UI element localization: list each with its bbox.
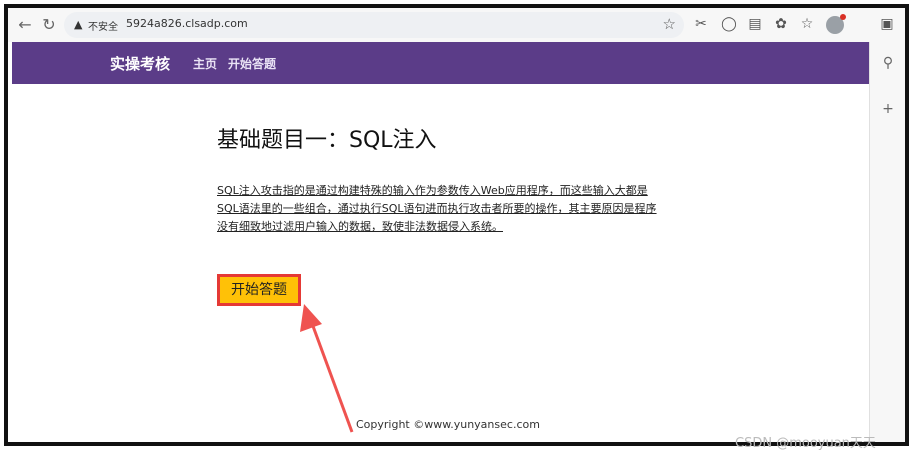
page-title: 基础题目一：SQL注入 [217,128,437,153]
sidebar-toggle-icon[interactable]: ▣ [878,15,896,33]
browser-side-panel: ⚲ + [869,42,905,442]
reload-button[interactable]: ↻ [38,14,60,36]
back-button[interactable]: ← [14,14,36,36]
arrow-head [300,304,322,332]
description-text: SQL注入攻击指的是通过构建特殊的输入作为参数传入Web应用程序，而这些输入大都… [217,184,657,233]
address-bar[interactable]: ▲ 不安全 5924a826.clsadp.com ☆ [64,12,684,38]
notification-dot [840,14,846,20]
site-navbar: 实操考核 主页 开始答题 [12,42,869,84]
reload-icon: ↻ [42,15,56,34]
web-page: 实操考核 主页 开始答题 基础题目一：SQL注入 SQL注入攻击指的是通过构建特… [12,42,869,442]
annotation-arrow [300,304,354,433]
browser-toolbar: ← ↻ ▲ 不安全 5924a826.clsadp.com ☆ ✂ ◯ ▤ ✿ … [8,8,905,42]
start-answer-button[interactable]: 开始答题 [217,274,301,306]
watermark: CSDN @mooyuan天天 [735,436,876,451]
screenshot-frame: ← ↻ ▲ 不安全 5924a826.clsadp.com ☆ ✂ ◯ ▤ ✿ … [4,4,909,446]
add-icon[interactable]: + [879,100,897,118]
copyright-footer: Copyright ©www.yunyansec.com [356,418,540,431]
nav-link-start[interactable]: 开始答题 [228,55,276,72]
security-label: 不安全 [88,22,118,33]
url-text[interactable]: 5924a826.clsadp.com [126,17,248,30]
arrow-shaft [308,317,354,433]
puzzle-icon[interactable]: ✿ [772,15,790,33]
warning-icon: ▲ [74,18,83,31]
favorites-icon[interactable]: ☆ [798,15,816,33]
record-icon[interactable]: ◯ [720,15,738,33]
extension-icon[interactable]: ✂ [692,15,710,33]
nav-link-home[interactable]: 主页 [193,55,217,72]
site-brand[interactable]: 实操考核 [110,53,170,74]
arrow-left-icon: ← [18,15,32,34]
document-icon[interactable]: ▤ [746,15,764,33]
favorite-star-icon[interactable]: ☆ [663,15,676,33]
search-icon[interactable]: ⚲ [879,54,897,72]
